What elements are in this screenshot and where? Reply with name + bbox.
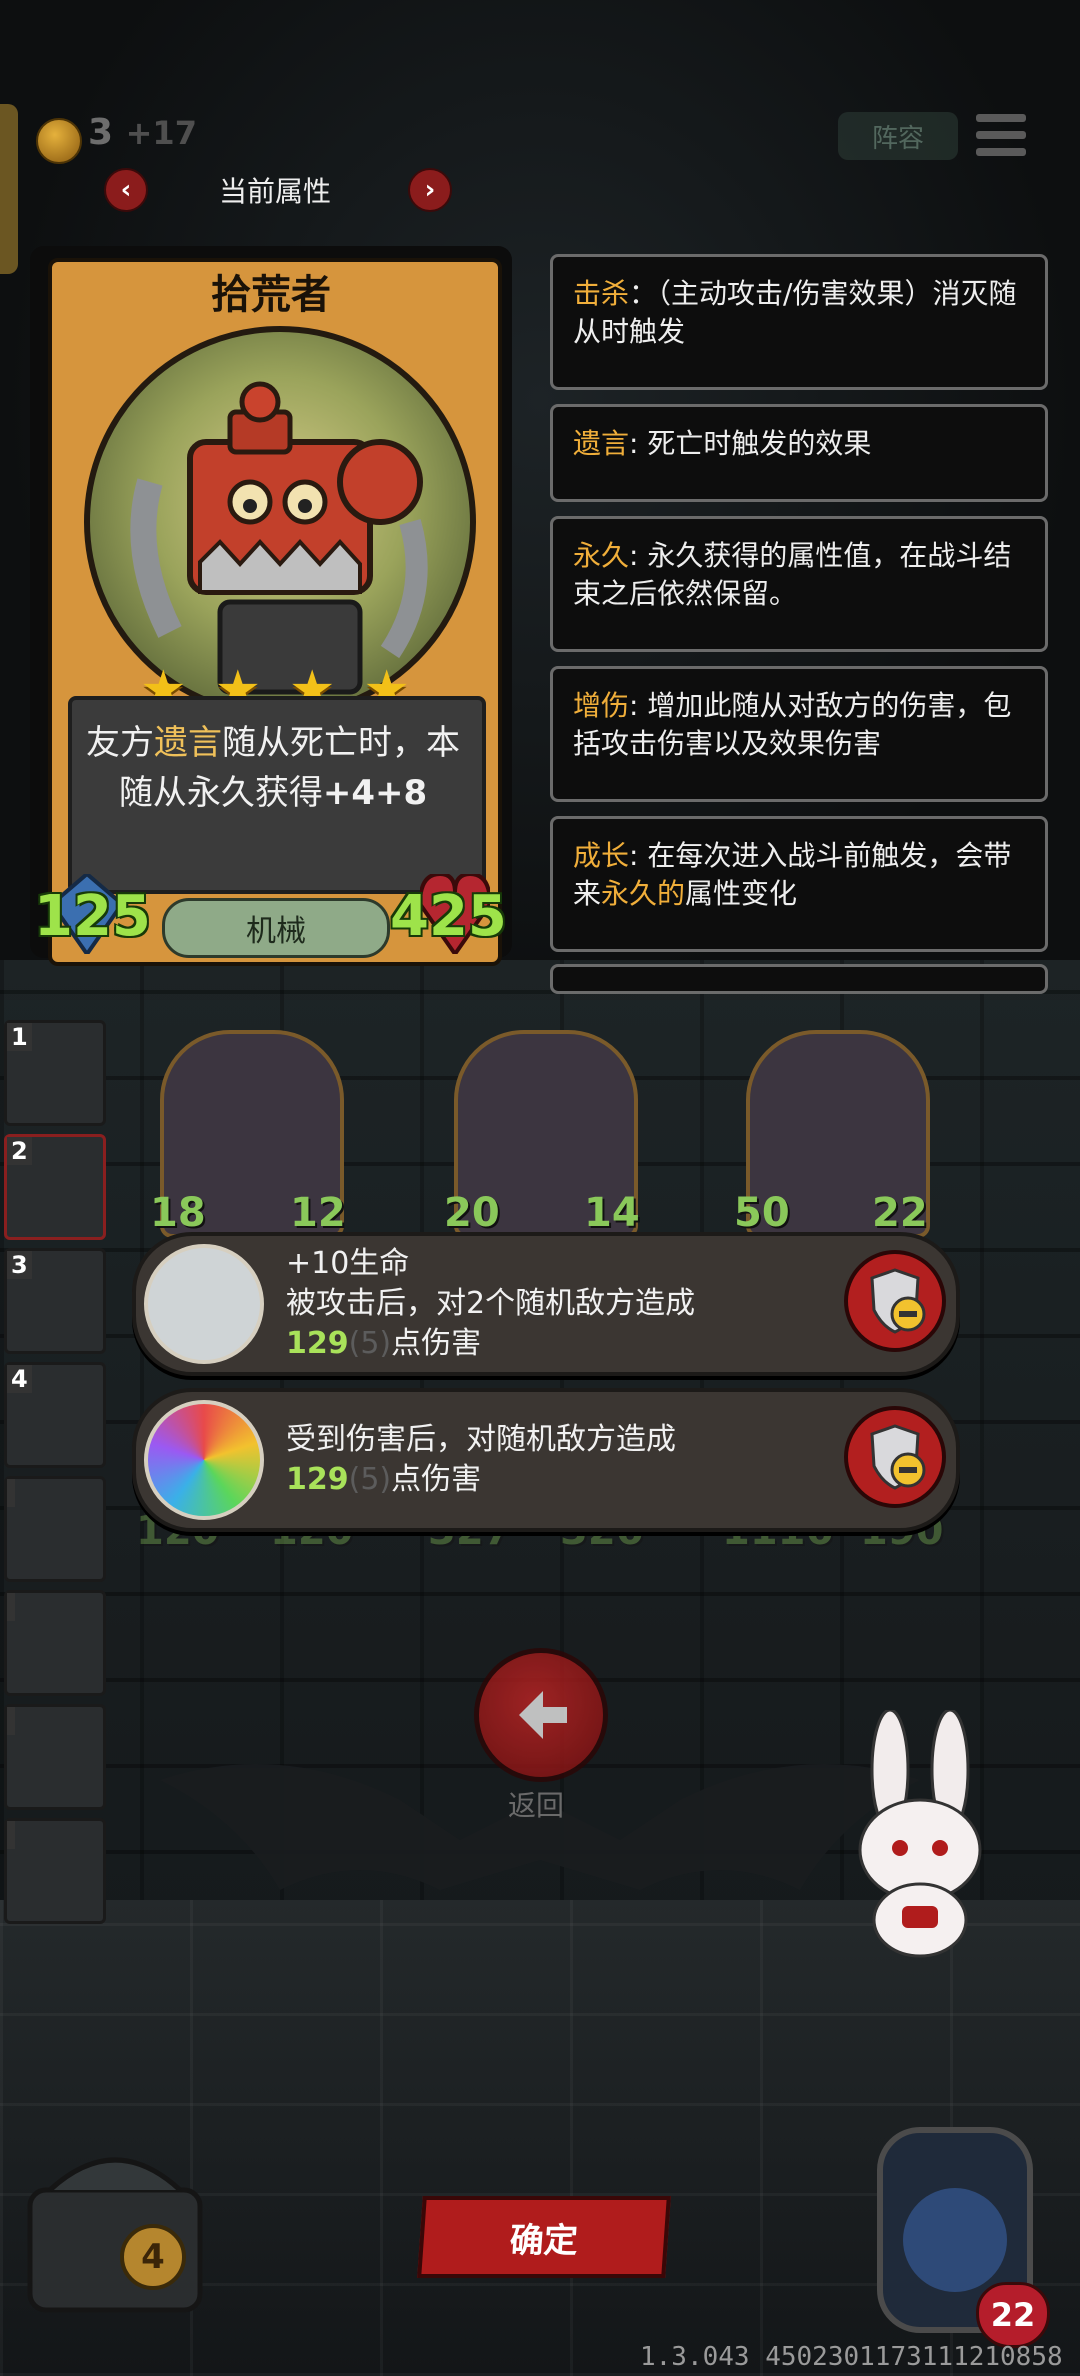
back-button[interactable] <box>474 1648 608 1782</box>
roster-slot[interactable] <box>4 1476 106 1582</box>
effect-card: 受到伤害后，对随机敌方造成 129(5)点伤害 <box>132 1388 960 1532</box>
arrow-left-icon <box>519 1691 567 1739</box>
effect-text: +10生命 被攻击后，对2个随机敌方造成 129(5)点伤害 <box>286 1244 695 1364</box>
keyword-name: 增伤 <box>573 689 630 722</box>
minion-health: 22 <box>872 1190 928 1236</box>
keyword-box-growth: 成长: 在每次进入战斗前触发，会带来永久的属性变化 <box>550 816 1048 952</box>
tribe-badge: 机械 <box>162 898 390 958</box>
keyword-name: 永久 <box>573 539 630 572</box>
minion-health: 14 <box>584 1190 640 1236</box>
attribute-title: 当前属性 <box>218 175 331 208</box>
lineup-label: 阵容 <box>871 123 924 154</box>
keyword-desc: : 死亡时触发的效果 <box>629 427 872 460</box>
effect-damage-row: 129(5)点伤害 <box>286 1460 676 1500</box>
robot-illustration <box>130 381 428 695</box>
chevron-left-icon: ‹ <box>120 175 132 205</box>
card-description: 友方遗言随从死亡时，本随从永久获得+4+8 <box>72 718 474 818</box>
hamburger-icon[interactable] <box>976 114 1026 160</box>
roster-slot[interactable] <box>4 1818 106 1924</box>
prism-crystal-icon <box>144 1400 264 1520</box>
roster-slot[interactable]: 3 <box>4 1248 106 1354</box>
keyword-desc: : 增加此随从对敌方的伤害，包括攻击伤害以及效果伤害 <box>573 689 1012 760</box>
roster-number <box>7 1479 15 1507</box>
keyword-name: 遗言 <box>573 427 630 460</box>
effect-card: +10生命 被攻击后，对2个随机敌方造成 129(5)点伤害 <box>132 1232 960 1376</box>
roster-slot[interactable]: 4 <box>4 1362 106 1468</box>
rabbit-mascot <box>858 1710 982 1958</box>
tribe-label: 机械 <box>246 914 306 949</box>
desc-keyword: 遗言 <box>154 723 222 763</box>
coin-icon <box>36 118 82 164</box>
confirm-button[interactable]: 确定 <box>417 2196 671 2278</box>
effect-damage-base: (5) <box>348 1462 392 1497</box>
side-frame <box>0 104 18 274</box>
minion-attack: 18 <box>150 1190 206 1236</box>
hero-health: 22 <box>976 2282 1050 2348</box>
effect-damage: 129 <box>286 1462 349 1497</box>
keyword-name: 成长 <box>573 839 630 872</box>
effect-line2: 受到伤害后，对随机敌方造成 <box>286 1422 676 1457</box>
roster-number <box>7 1593 15 1621</box>
treasure-chest-icon[interactable] <box>10 2130 220 2330</box>
chevron-right-icon: › <box>424 175 436 205</box>
roster-number <box>7 1707 15 1735</box>
roster-number: 4 <box>7 1365 32 1393</box>
remove-effect-button[interactable] <box>844 1406 946 1508</box>
next-attribute-button[interactable]: › <box>408 168 452 212</box>
roster-number: 3 <box>7 1251 32 1279</box>
confirm-label: 确定 <box>508 2220 580 2261</box>
roster-slot[interactable] <box>4 1590 106 1696</box>
jester-icon <box>144 1244 264 1364</box>
remove-effect-button[interactable] <box>844 1250 946 1352</box>
roster-number: 2 <box>7 1137 32 1165</box>
keyword-name: 击杀 <box>573 277 630 310</box>
keyword-box-kill: 击杀：（主动攻击/伤害效果）消灭随从时触发 <box>550 254 1048 390</box>
keyword-box-permanent: 永久: 永久获得的属性值，在战斗结束之后依然保留。 <box>550 516 1048 652</box>
effect-damage-suffix: 点伤害 <box>391 1326 482 1361</box>
back-label: 返回 <box>507 1789 564 1822</box>
effect-text: 受到伤害后，对随机敌方造成 129(5)点伤害 <box>286 1420 676 1500</box>
lineup-button[interactable]: 阵容 <box>838 112 958 160</box>
shield-minus-icon <box>870 1424 926 1490</box>
shield-minus-icon <box>870 1268 926 1334</box>
roster-number <box>7 1821 15 1849</box>
roster-slot[interactable]: 1 <box>4 1020 106 1126</box>
minion-health: 12 <box>290 1190 346 1236</box>
desc-bonus: +4+8 <box>322 773 428 813</box>
keyword-desc-end: 属性变化 <box>685 877 798 910</box>
minion-attack: 20 <box>444 1190 500 1236</box>
effect-damage-row: 129(5)点伤害 <box>286 1324 695 1364</box>
keyword-highlight: 永久的 <box>601 877 686 910</box>
roster-slot[interactable] <box>4 1704 106 1810</box>
effect-damage-suffix: 点伤害 <box>391 1462 482 1497</box>
keyword-box-damage-boost: 增伤: 增加此随从对敌方的伤害，包括攻击伤害以及效果伤害 <box>550 666 1048 802</box>
version-string: 1.3.043 4502301173111210858 <box>640 2342 1063 2372</box>
effect-damage-base: (5) <box>348 1326 392 1361</box>
keyword-desc: : 永久获得的属性值，在战斗结束之后依然保留。 <box>573 539 1012 610</box>
coin-value: 3 <box>88 112 114 153</box>
coin-income: +17 <box>125 114 197 152</box>
card-health: 425 <box>390 884 507 949</box>
chest-count: 4 <box>120 2224 186 2290</box>
effect-line2: 被攻击后，对2个随机敌方造成 <box>286 1286 696 1321</box>
keyword-box-deathrattle: 遗言: 死亡时触发的效果 <box>550 404 1048 502</box>
card-name: 拾荒者 <box>211 272 331 318</box>
keyword-desc: ：（主动攻击/伤害效果）消灭随从时触发 <box>573 277 1017 348</box>
effect-line1: +10生命 <box>286 1246 410 1281</box>
prev-attribute-button[interactable]: ‹ <box>104 168 148 212</box>
roster-number: 1 <box>7 1023 32 1051</box>
desc-prefix: 友方 <box>86 723 154 763</box>
minion-attack: 50 <box>734 1190 790 1236</box>
coin-counter: 3 +17 <box>88 112 197 153</box>
card-attack: 125 <box>34 884 151 949</box>
roster-slot[interactable]: 2 <box>4 1134 106 1240</box>
effect-damage: 129 <box>286 1326 349 1361</box>
keyword-box-partial <box>550 964 1048 994</box>
